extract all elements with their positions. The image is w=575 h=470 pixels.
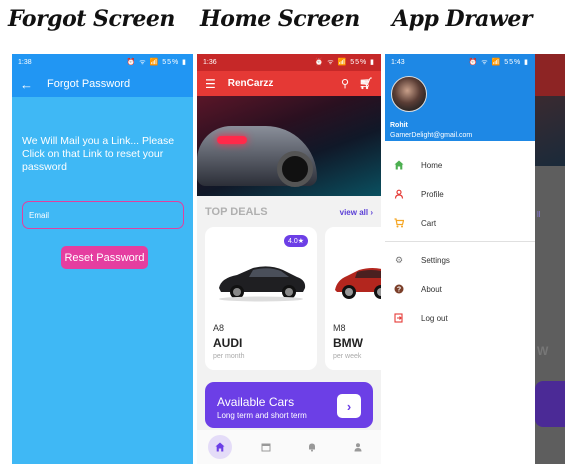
deals-title: TOP DEALS bbox=[205, 206, 268, 218]
drawer-item-label: Cart bbox=[421, 219, 437, 228]
person-icon[interactable] bbox=[346, 435, 370, 459]
available-cars-banner[interactable]: Available Cars Long term and short term … bbox=[205, 382, 373, 428]
nav-drawer: 1:43 ⏰ ᯤ 📶 55% ▮ Rohit GamerDelight@gmai… bbox=[385, 54, 535, 464]
page-title: Forgot Password bbox=[47, 78, 131, 90]
bottom-nav bbox=[197, 430, 381, 464]
bmw-car-image bbox=[335, 268, 381, 299]
home-icon bbox=[393, 160, 405, 172]
audi-car-image bbox=[219, 266, 306, 302]
status-icons: ⏰ ᯤ 📶 55% ▮ bbox=[314, 59, 375, 66]
user-email: GamerDelight@gmail.com bbox=[390, 132, 473, 139]
drawer-item-label: Settings bbox=[421, 256, 450, 265]
avatar[interactable] bbox=[391, 76, 427, 112]
peek-hero-image bbox=[535, 96, 565, 166]
arrow-right-button[interactable]: › bbox=[337, 394, 361, 418]
hero-banner bbox=[197, 96, 381, 196]
view-all-link[interactable]: view all › bbox=[340, 208, 373, 217]
deals-list: 4.0★ A8 AUDI per month M8 BMW per week bbox=[197, 227, 381, 370]
email-field[interactable]: Email bbox=[22, 201, 184, 229]
status-time: 1:38 bbox=[18, 59, 32, 66]
status-time: 1:36 bbox=[203, 59, 217, 66]
available-subtitle: Long term and short term bbox=[217, 411, 307, 420]
drawer-item-settings[interactable]: ⚙ Settings bbox=[385, 246, 535, 275]
drawer-item-profile[interactable]: Profile bbox=[385, 180, 535, 209]
deal-card-audi[interactable]: 4.0★ A8 AUDI per month bbox=[205, 227, 317, 370]
drawer-item-label: Home bbox=[421, 161, 443, 170]
logout-icon bbox=[393, 312, 405, 325]
status-time: 1:43 bbox=[391, 59, 405, 66]
menu-icon[interactable]: ☰ bbox=[205, 77, 216, 91]
rent-period: per week bbox=[333, 353, 362, 360]
rent-period: per month bbox=[213, 353, 245, 360]
available-title: Available Cars bbox=[217, 395, 295, 409]
view-all-label: view all bbox=[339, 207, 369, 217]
app-title: RenCarzz bbox=[227, 78, 274, 89]
reset-password-button[interactable]: Reset Password bbox=[61, 246, 148, 269]
status-icons: ⏰ ᯤ 📶 55% ▮ bbox=[468, 59, 529, 66]
app-bar: ☰ RenCarzz ⚲ 🛒︎ bbox=[197, 71, 381, 96]
car-brand: AUDI bbox=[213, 336, 243, 350]
caption-drawer: App Drawer bbox=[392, 6, 532, 32]
drawer-item-logout[interactable]: Log out bbox=[385, 304, 535, 333]
status-bar: 1:38 ⏰ ᯤ 📶 55% ▮ bbox=[12, 54, 193, 71]
calendar-icon[interactable] bbox=[254, 435, 278, 459]
drawer-item-home[interactable]: Home bbox=[385, 151, 535, 180]
status-bar: 1:36 ⏰ ᯤ 📶 55% ▮ bbox=[197, 54, 381, 71]
car-brand: BMW bbox=[333, 336, 363, 350]
divider bbox=[385, 241, 535, 242]
peek-view-all: ll bbox=[537, 210, 541, 219]
drawer-item-label: About bbox=[421, 285, 442, 294]
car-model: A8 bbox=[213, 323, 225, 333]
drawer-item-cart[interactable]: Cart bbox=[385, 209, 535, 238]
car-headlight bbox=[217, 136, 247, 144]
deal-card-bmw[interactable]: M8 BMW per week bbox=[325, 227, 381, 370]
peek-app-bar bbox=[535, 54, 565, 96]
cart-icon bbox=[393, 217, 405, 230]
deals-header: TOP DEALS view all › bbox=[197, 206, 381, 218]
back-arrow-icon[interactable]: ← bbox=[20, 77, 33, 92]
drawer-item-about[interactable]: ? About bbox=[385, 275, 535, 304]
search-icon[interactable]: ⚲ bbox=[341, 77, 349, 90]
info-message: We Will Mail you a Link... Please Click … bbox=[22, 135, 175, 173]
drawer-item-label: Profile bbox=[421, 190, 444, 199]
status-icons: ⏰ ᯤ 📶 55% ▮ bbox=[126, 59, 187, 66]
car-wheel bbox=[277, 151, 313, 187]
caption-forgot: Forgot Screen bbox=[8, 6, 175, 32]
help-icon: ? bbox=[393, 284, 405, 296]
home-screen: 1:36 ⏰ ᯤ 📶 55% ▮ ☰ RenCarzz ⚲ 🛒︎ TOP DEA… bbox=[197, 54, 381, 464]
home-icon[interactable] bbox=[208, 435, 232, 459]
background-home-peek: ll W bbox=[535, 54, 565, 464]
cart-icon[interactable]: 🛒︎ bbox=[359, 77, 373, 90]
forgot-screen: 1:38 ⏰ ᯤ 📶 55% ▮ ← Forgot Password We Wi… bbox=[12, 54, 193, 464]
caption-home: Home Screen bbox=[200, 6, 360, 32]
person-icon bbox=[393, 189, 405, 201]
status-bar: 1:43 ⏰ ᯤ 📶 55% ▮ bbox=[385, 54, 535, 71]
drawer-menu: Home Profile Cart ⚙ Settings ? About Log… bbox=[385, 151, 535, 333]
drawer-item-label: Log out bbox=[421, 314, 448, 323]
rating-badge: 4.0★ bbox=[283, 235, 308, 247]
app-bar: ← Forgot Password bbox=[12, 71, 193, 97]
peek-brand-letter: W bbox=[537, 344, 549, 358]
drawer-header: 1:43 ⏰ ᯤ 📶 55% ▮ Rohit GamerDelight@gmai… bbox=[385, 54, 535, 141]
svg-text:?: ? bbox=[397, 286, 401, 293]
car-model: M8 bbox=[333, 323, 346, 333]
user-name: Rohit bbox=[390, 122, 408, 129]
peek-available-banner bbox=[535, 381, 565, 427]
chevron-right-icon: › bbox=[370, 207, 373, 217]
bell-icon[interactable] bbox=[300, 435, 324, 459]
email-placeholder: Email bbox=[29, 210, 50, 220]
gear-icon: ⚙ bbox=[394, 255, 404, 265]
drawer-screen: ll W 1:43 ⏰ ᯤ 📶 55% ▮ Rohit GamerDelight… bbox=[385, 54, 565, 464]
